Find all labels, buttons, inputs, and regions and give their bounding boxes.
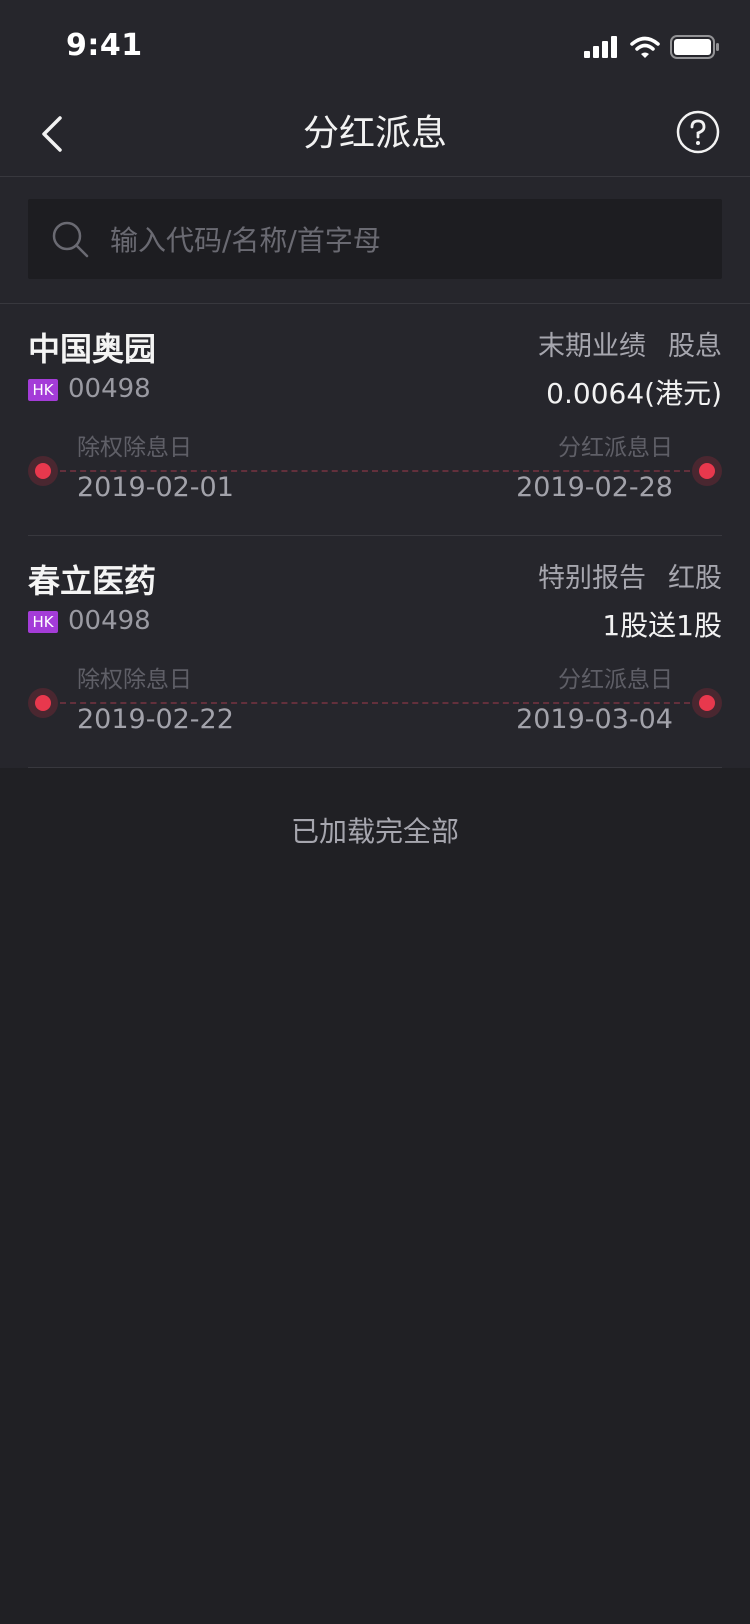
timeline-dot-end [692,688,722,718]
timeline-dot-end [692,456,722,486]
timeline: 除权除息日 分红派息日 2019-02-22 2019-03-04 [28,660,722,750]
question-circle-icon [676,110,720,154]
search-icon [52,221,89,258]
report-type: 特别报告 [538,563,646,594]
load-complete-text: 已加载完全部 [290,815,459,848]
help-button[interactable] [676,110,720,154]
stock-name: 春立医药 [28,562,157,600]
timeline-dot-start [28,456,58,486]
ex-date: 2019-02-01 [77,472,234,503]
dividend-list: 中国奥园 HK 00498 末期业绩 股息 0.0064(港元) 除权除息日 分… [0,304,750,768]
search-section [0,177,750,304]
dividend-amount: 0.0064(港元) [546,377,722,410]
ex-date-label: 除权除息日 [77,667,192,693]
list-item[interactable]: 春立医药 HK 00498 特别报告 红股 1股送1股 除权除息日 分红派息日 … [28,536,722,768]
status-bar: 9:41 [0,0,750,92]
market-badge: HK [28,611,58,633]
report-type: 末期业绩 [538,331,646,362]
stock-code: 00498 [68,606,151,636]
pay-date-label: 分红派息日 [558,667,673,693]
market-badge: HK [28,379,58,401]
signal-icon [584,36,617,58]
timeline: 除权除息日 分红派息日 2019-02-01 2019-02-28 [28,428,722,518]
ex-date: 2019-02-22 [77,704,234,735]
search-input[interactable] [108,199,702,281]
page-title: 分红派息 [302,113,447,154]
dividend-amount: 1股送1股 [602,609,722,642]
battery-icon [670,35,719,59]
stock-name: 中国奥园 [28,330,157,368]
timeline-dot-start [28,688,58,718]
search-box[interactable] [28,199,722,281]
dividend-type: 股息 [668,331,722,362]
wifi-icon [630,36,660,58]
status-icons [584,34,720,60]
status-time: 9:41 [66,28,143,63]
pay-date-label: 分红派息日 [558,435,673,461]
dividend-type: 红股 [668,563,722,594]
ex-date-label: 除权除息日 [77,435,192,461]
nav-bar: 分红派息 [0,92,750,177]
pay-date: 2019-03-04 [516,704,673,735]
stock-code: 00498 [68,374,151,404]
list-item[interactable]: 中国奥园 HK 00498 末期业绩 股息 0.0064(港元) 除权除息日 分… [28,304,722,536]
pay-date: 2019-02-28 [516,472,673,503]
